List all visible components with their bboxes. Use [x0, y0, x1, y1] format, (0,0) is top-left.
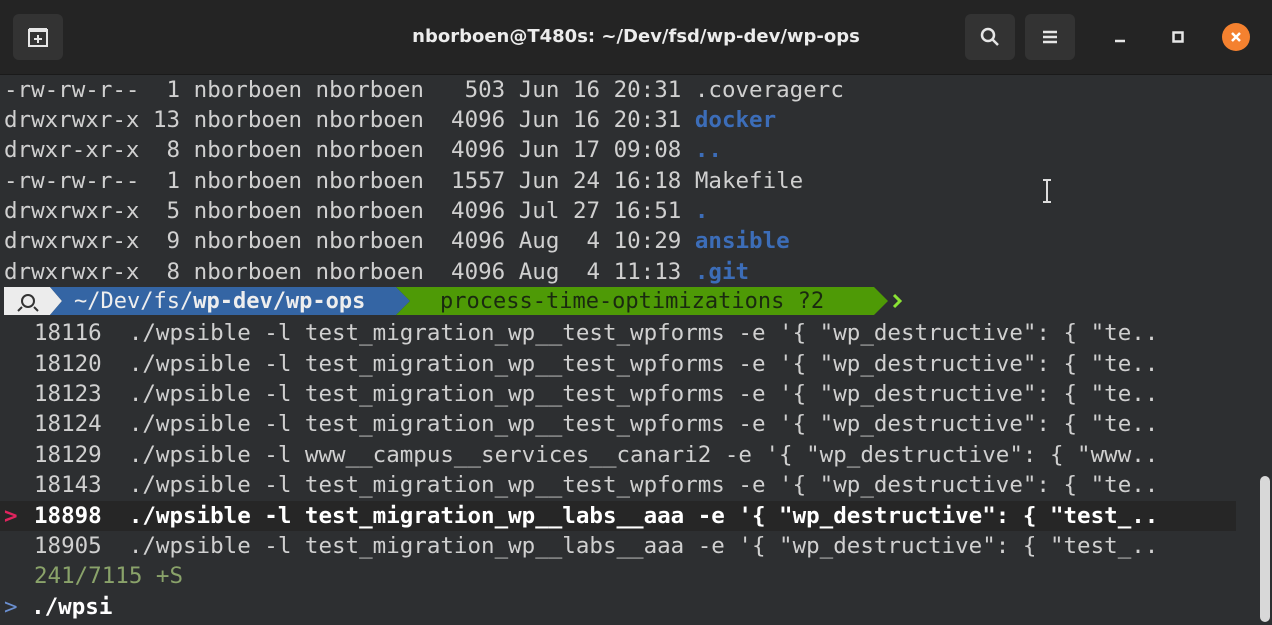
history-row[interactable]: 18905 ./wpsible -l test_migration_wp__la… — [0, 531, 1236, 561]
file-name: .coveragerc — [694, 77, 844, 103]
listing-row: drwxrwxr-x 13 nborboen nborboen 4096 Jun… — [4, 105, 776, 135]
dir-name: .git — [694, 259, 750, 285]
listing-meta: -rw-rw-r-- 1 nborboen nborboen 1557 Jun … — [4, 168, 695, 194]
listing-meta: drwxrwxr-x 8 nborboen nborboen 4096 Aug … — [4, 259, 695, 285]
title-bar: nborboen@T480s: ~/Dev/fsd/wp-dev/wp-ops — [0, 0, 1272, 75]
menu-button[interactable] — [1025, 14, 1075, 60]
listing-row: drwxrwxr-x 5 nborboen nborboen 4096 Jul … — [4, 196, 708, 226]
maximize-button[interactable] — [1164, 23, 1192, 51]
history-text: 18124 ./wpsible -l test_migration_wp__te… — [34, 411, 1159, 437]
close-icon — [1231, 32, 1241, 42]
history-text: 18116 ./wpsible -l test_migration_wp__te… — [34, 320, 1159, 346]
input-query: ./wpsi — [31, 594, 113, 620]
history-text: 18905 ./wpsible -l test_migration_wp__la… — [34, 533, 1159, 559]
history-text: 18143 ./wpsible -l test_migration_wp__te… — [34, 472, 1159, 498]
listing-meta: drwxrwxr-x 9 nborboen nborboen 4096 Aug … — [4, 228, 695, 254]
listing-meta: drwxrwxr-x 13 nborboen nborboen 4096 Jun… — [4, 107, 695, 133]
minimize-button[interactable] — [1106, 23, 1134, 51]
search-icon — [980, 27, 999, 46]
history-row-selected[interactable]: >18898 ./wpsible -l test_migration_wp__l… — [0, 501, 1236, 531]
scrollbar[interactable] — [1260, 476, 1270, 622]
shell-prompt: ~/Dev/fs/wp-dev/wp-ops process-time-opti… — [4, 287, 903, 315]
search-input[interactable]: > ./wpsi — [4, 592, 112, 622]
dir-name: docker — [694, 107, 777, 133]
dir-name: .. — [694, 137, 722, 163]
input-marker: > — [4, 594, 18, 620]
listing-row: drwxrwxr-x 9 nborboen nborboen 4096 Aug … — [4, 226, 790, 256]
history-row[interactable]: 18143 ./wpsible -l test_migration_wp__te… — [0, 470, 1236, 500]
history-text: 18120 ./wpsible -l test_migration_wp__te… — [34, 351, 1159, 377]
listing-row: drwxr-xr-x 8 nborboen nborboen 4096 Jun … — [4, 135, 722, 165]
listing-meta: drwxr-xr-x 8 nborboen nborboen 4096 Jun … — [4, 137, 695, 163]
file-name: Makefile — [694, 168, 804, 194]
search-button[interactable] — [965, 14, 1015, 60]
text-cursor-icon — [1043, 179, 1051, 203]
listing-row: -rw-rw-r-- 1 nborboen nborboen 1557 Jun … — [4, 166, 803, 196]
minimize-icon — [1115, 39, 1125, 43]
dir-name: ansible — [694, 228, 790, 254]
history-row[interactable]: 18123 ./wpsible -l test_migration_wp__te… — [0, 379, 1236, 409]
maximize-icon — [1172, 31, 1184, 43]
dir-name: . — [694, 198, 709, 224]
selection-marker: > — [4, 503, 18, 529]
history-text: 18129 ./wpsible -l www__campus__services… — [34, 442, 1159, 468]
history-row[interactable]: 18120 ./wpsible -l test_migration_wp__te… — [0, 349, 1236, 379]
listing-meta: drwxrwxr-x 5 nborboen nborboen 4096 Jul … — [4, 198, 695, 224]
listing-meta: -rw-rw-r-- 1 nborboen nborboen 503 Jun 1… — [4, 77, 695, 103]
menu-icon — [1043, 30, 1057, 44]
history-text: 18123 ./wpsible -l test_migration_wp__te… — [34, 381, 1159, 407]
history-row[interactable]: 18124 ./wpsible -l test_migration_wp__te… — [0, 409, 1236, 439]
history-row[interactable]: 18116 ./wpsible -l test_migration_wp__te… — [0, 318, 1236, 348]
listing-row: drwxrwxr-x 8 nborboen nborboen 4096 Aug … — [4, 257, 749, 287]
history-text: 18898 ./wpsible -l test_migration_wp__la… — [34, 503, 1159, 529]
window-title: nborboen@T480s: ~/Dev/fsd/wp-dev/wp-ops — [412, 26, 860, 47]
terminal-window: nborboen@T480s: ~/Dev/fsd/wp-dev/wp-ops … — [0, 0, 1272, 625]
terminal-content[interactable]: -rw-rw-r-- 1 nborboen nborboen 503 Jun 1… — [0, 75, 1255, 625]
listing-row: -rw-rw-r-- 1 nborboen nborboen 503 Jun 1… — [4, 75, 844, 105]
history-row[interactable]: 18129 ./wpsible -l www__campus__services… — [0, 440, 1236, 470]
match-count: 241/7115 +S — [34, 563, 184, 589]
prompt-path: ~/Dev/fs/wp-dev/wp-ops — [74, 289, 365, 314]
git-branch: process-time-optimizations ?2 — [440, 289, 824, 314]
close-button[interactable] — [1222, 23, 1250, 51]
